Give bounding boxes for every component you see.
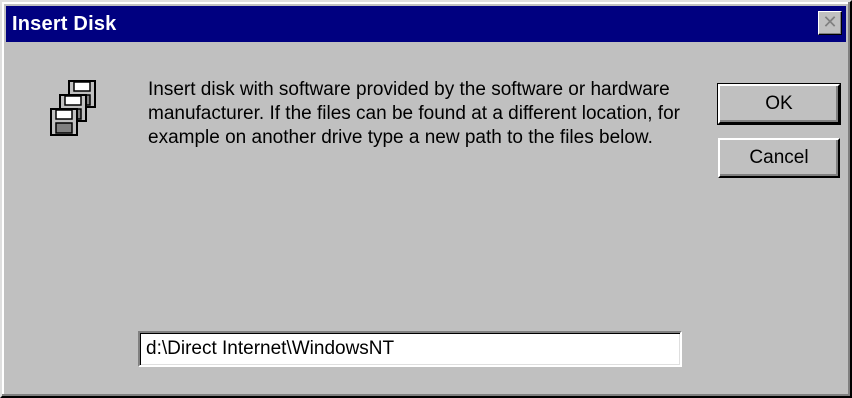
close-icon: ✕ xyxy=(822,12,838,33)
window-title: Insert Disk xyxy=(12,12,117,35)
insert-disk-dialog: Insert Disk ✕ Insert disk with software … xyxy=(0,0,852,398)
cancel-button-label: Cancel xyxy=(749,147,809,168)
path-input[interactable]: d:\Direct Internet\WindowsNT xyxy=(138,331,682,367)
floppy-disks-icon xyxy=(50,80,102,138)
close-button[interactable]: ✕ xyxy=(818,11,842,35)
title-bar[interactable]: Insert Disk ✕ xyxy=(6,6,846,42)
ok-button-label: OK xyxy=(765,93,793,114)
cancel-button[interactable]: Cancel xyxy=(718,138,840,178)
instruction-message: Insert disk with software provided by th… xyxy=(148,79,680,148)
ok-button[interactable]: OK xyxy=(717,83,841,125)
